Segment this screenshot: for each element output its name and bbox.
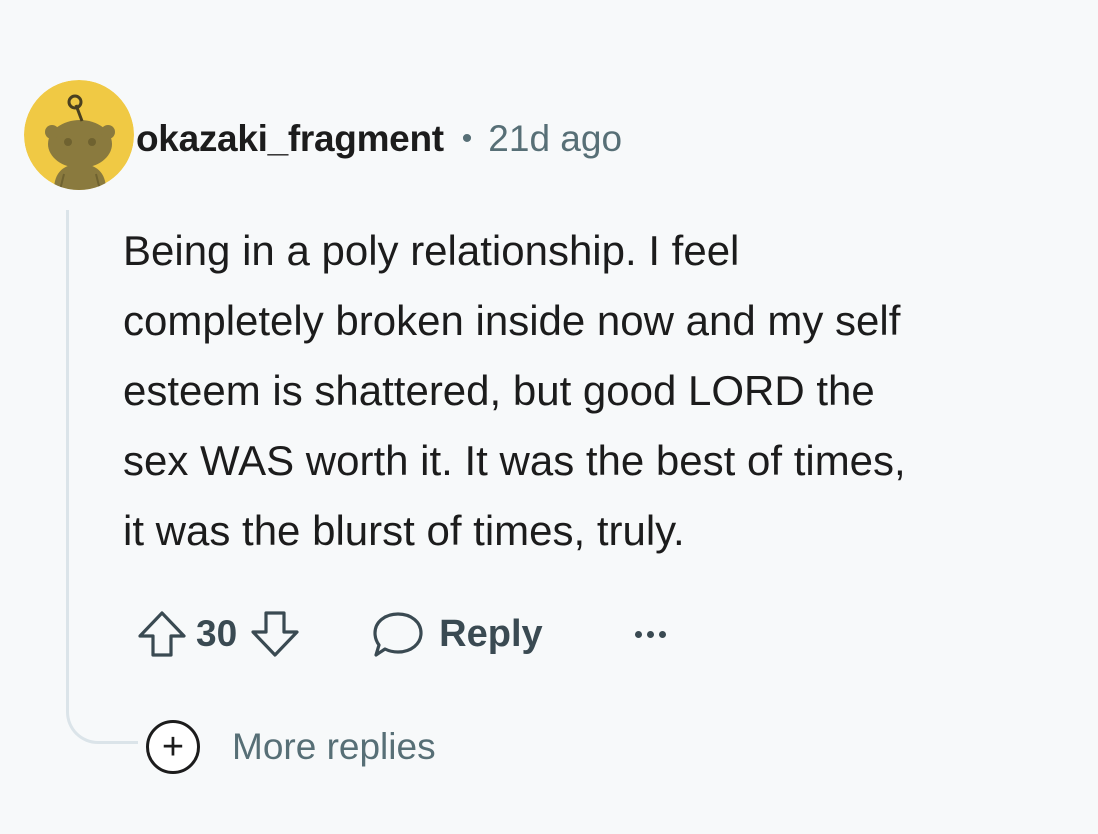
meta-separator: • [461,122,473,155]
comment-body-line: completely broken inside now and my self [123,297,901,344]
vote-score: 30 [196,613,238,654]
user-avatar[interactable] [24,80,134,190]
more-options-button[interactable] [634,614,666,654]
upvote-arrow-icon [138,611,186,657]
comment-body-line: it was the blurst of times, truly. [123,507,685,554]
comment-meta: okazaki_fragment • 21d ago [136,112,622,166]
ellipsis-icon [634,630,642,638]
snoo-avatar-icon [24,80,134,190]
reply-label: Reply [439,612,543,655]
username-link[interactable]: okazaki_fragment [136,118,444,160]
comment-body: Being in a poly relationship. I feel com… [123,216,1088,566]
ellipsis-icon [658,630,666,638]
more-replies-label: More replies [232,726,436,767]
upvote-button[interactable] [130,602,194,666]
speech-bubble-icon [373,612,423,657]
downvote-arrow-icon [251,611,299,657]
ellipsis-icon [646,630,654,638]
comment-actions: 30 Reply [130,602,666,666]
comment-body-line: esteem is shattered, but good LORD the [123,367,875,414]
reply-button[interactable]: Reply [371,609,543,659]
more-replies-button[interactable]: + More replies [146,718,436,776]
comment-body-line: Being in a poly relationship. I feel [123,227,740,274]
plus-circle-icon: + [146,720,200,774]
downvote-button[interactable] [243,602,307,666]
timestamp[interactable]: 21d ago [488,118,622,160]
comment-body-line: sex WAS worth it. It was the best of tim… [123,437,906,484]
